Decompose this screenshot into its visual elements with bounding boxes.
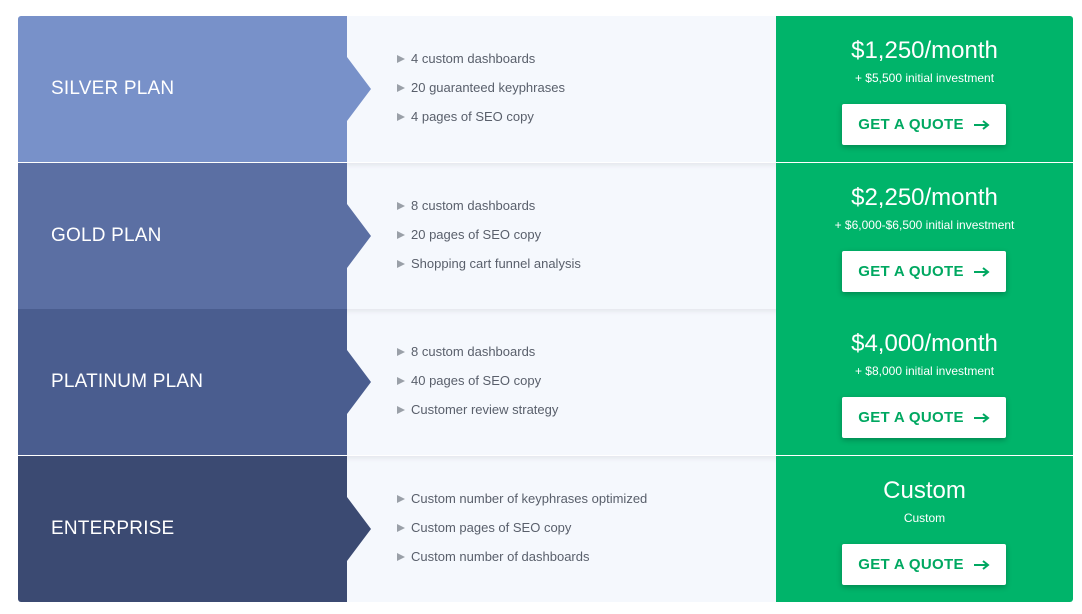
plan-pointer [347, 204, 371, 268]
plan-name: GOLD PLAN [51, 225, 162, 246]
button-label: GET A QUOTE [858, 116, 964, 133]
button-label: GET A QUOTE [858, 263, 964, 280]
plan-pointer [347, 350, 371, 414]
price: $2,250/month [851, 184, 998, 211]
arrow-right-icon [973, 559, 990, 570]
price-cell: $2,250/month + $6,000-$6,500 initial inv… [776, 163, 1073, 309]
triangle-right-icon [397, 552, 405, 561]
initial-investment: + $8,000 initial investment [854, 364, 995, 378]
price: $1,250/month [851, 37, 998, 64]
feature-text: Custom number of dashboards [411, 549, 590, 564]
button-label: GET A QUOTE [858, 409, 964, 426]
feature-item: Custom pages of SEO copy [397, 513, 776, 542]
initial-investment: + $5,500 initial investment [854, 71, 995, 85]
get-quote-button[interactable]: GET A QUOTE [842, 397, 1006, 438]
feature-list: Custom number of keyphrases optimized Cu… [347, 456, 776, 602]
triangle-right-icon [397, 494, 405, 503]
triangle-right-icon [397, 83, 405, 92]
feature-text: 40 pages of SEO copy [411, 373, 542, 388]
feature-text: 20 guaranteed keyphrases [411, 80, 565, 95]
feature-text: 4 pages of SEO copy [411, 109, 534, 124]
price-cell: Custom Custom GET A QUOTE [776, 456, 1073, 602]
feature-item: 20 pages of SEO copy [397, 220, 776, 249]
plan-name: PLATINUM PLAN [51, 371, 204, 392]
plan-name-cell: PLATINUM PLAN [18, 309, 371, 455]
arrow-right-icon [973, 119, 990, 130]
triangle-right-icon [397, 201, 405, 210]
triangle-right-icon [397, 230, 405, 239]
feature-text: 8 custom dashboards [411, 344, 536, 359]
arrow-right-icon [973, 412, 990, 423]
feature-item: 40 pages of SEO copy [397, 366, 776, 395]
plan-name: SILVER PLAN [51, 78, 175, 99]
plan-name-cell: ENTERPRISE [18, 456, 371, 602]
plan-name-cell: GOLD PLAN [18, 163, 371, 309]
feature-item: 4 custom dashboards [397, 44, 776, 73]
feature-item: Customer review strategy [397, 395, 776, 424]
triangle-right-icon [397, 54, 405, 63]
triangle-right-icon [397, 523, 405, 532]
triangle-right-icon [397, 347, 405, 356]
feature-item: 4 pages of SEO copy [397, 102, 776, 131]
price-cell: $4,000/month + $8,000 initial investment… [776, 309, 1073, 455]
feature-text: 4 custom dashboards [411, 51, 536, 66]
get-quote-button[interactable]: GET A QUOTE [842, 104, 1006, 145]
plan-row-enterprise: ENTERPRISE Custom number of keyphrases o… [18, 456, 1073, 602]
feature-item: Shopping cart funnel analysis [397, 249, 776, 278]
feature-text: 20 pages of SEO copy [411, 227, 542, 242]
feature-list: 8 custom dashboards 20 pages of SEO copy… [347, 163, 776, 309]
triangle-right-icon [397, 376, 405, 385]
feature-item: 8 custom dashboards [397, 337, 776, 366]
plan-row-silver: SILVER PLAN 4 custom dashboards 20 guara… [18, 16, 1073, 162]
feature-list: 8 custom dashboards 40 pages of SEO copy… [347, 309, 776, 455]
price: Custom [883, 477, 966, 504]
initial-investment: Custom [903, 511, 946, 525]
feature-item: 20 guaranteed keyphrases [397, 73, 776, 102]
arrow-right-icon [973, 266, 990, 277]
plan-row-platinum: PLATINUM PLAN 8 custom dashboards 40 pag… [18, 309, 1073, 455]
feature-item: Custom number of keyphrases optimized [397, 484, 776, 513]
get-quote-button[interactable]: GET A QUOTE [842, 544, 1006, 585]
get-quote-button[interactable]: GET A QUOTE [842, 251, 1006, 292]
feature-text: Custom pages of SEO copy [411, 520, 572, 535]
plan-row-gold: GOLD PLAN 8 custom dashboards 20 pages o… [18, 163, 1073, 309]
feature-text: Shopping cart funnel analysis [411, 256, 581, 271]
feature-text: Custom number of keyphrases optimized [411, 491, 648, 506]
plan-name: ENTERPRISE [51, 518, 175, 539]
feature-item: Custom number of dashboards [397, 542, 776, 571]
pricing-table: SILVER PLAN 4 custom dashboards 20 guara… [18, 16, 1073, 602]
triangle-right-icon [397, 259, 405, 268]
feature-text: 8 custom dashboards [411, 198, 536, 213]
price-cell: $1,250/month + $5,500 initial investment… [776, 16, 1073, 162]
plan-name-cell: SILVER PLAN [18, 16, 371, 162]
triangle-right-icon [397, 112, 405, 121]
plan-pointer [347, 57, 371, 121]
button-label: GET A QUOTE [858, 556, 964, 573]
triangle-right-icon [397, 405, 405, 414]
feature-item: 8 custom dashboards [397, 191, 776, 220]
initial-investment: + $6,000-$6,500 initial investment [834, 218, 1015, 232]
feature-list: 4 custom dashboards 20 guaranteed keyphr… [347, 16, 776, 162]
plan-pointer [347, 497, 371, 561]
price: $4,000/month [851, 330, 998, 357]
feature-text: Customer review strategy [411, 402, 559, 417]
